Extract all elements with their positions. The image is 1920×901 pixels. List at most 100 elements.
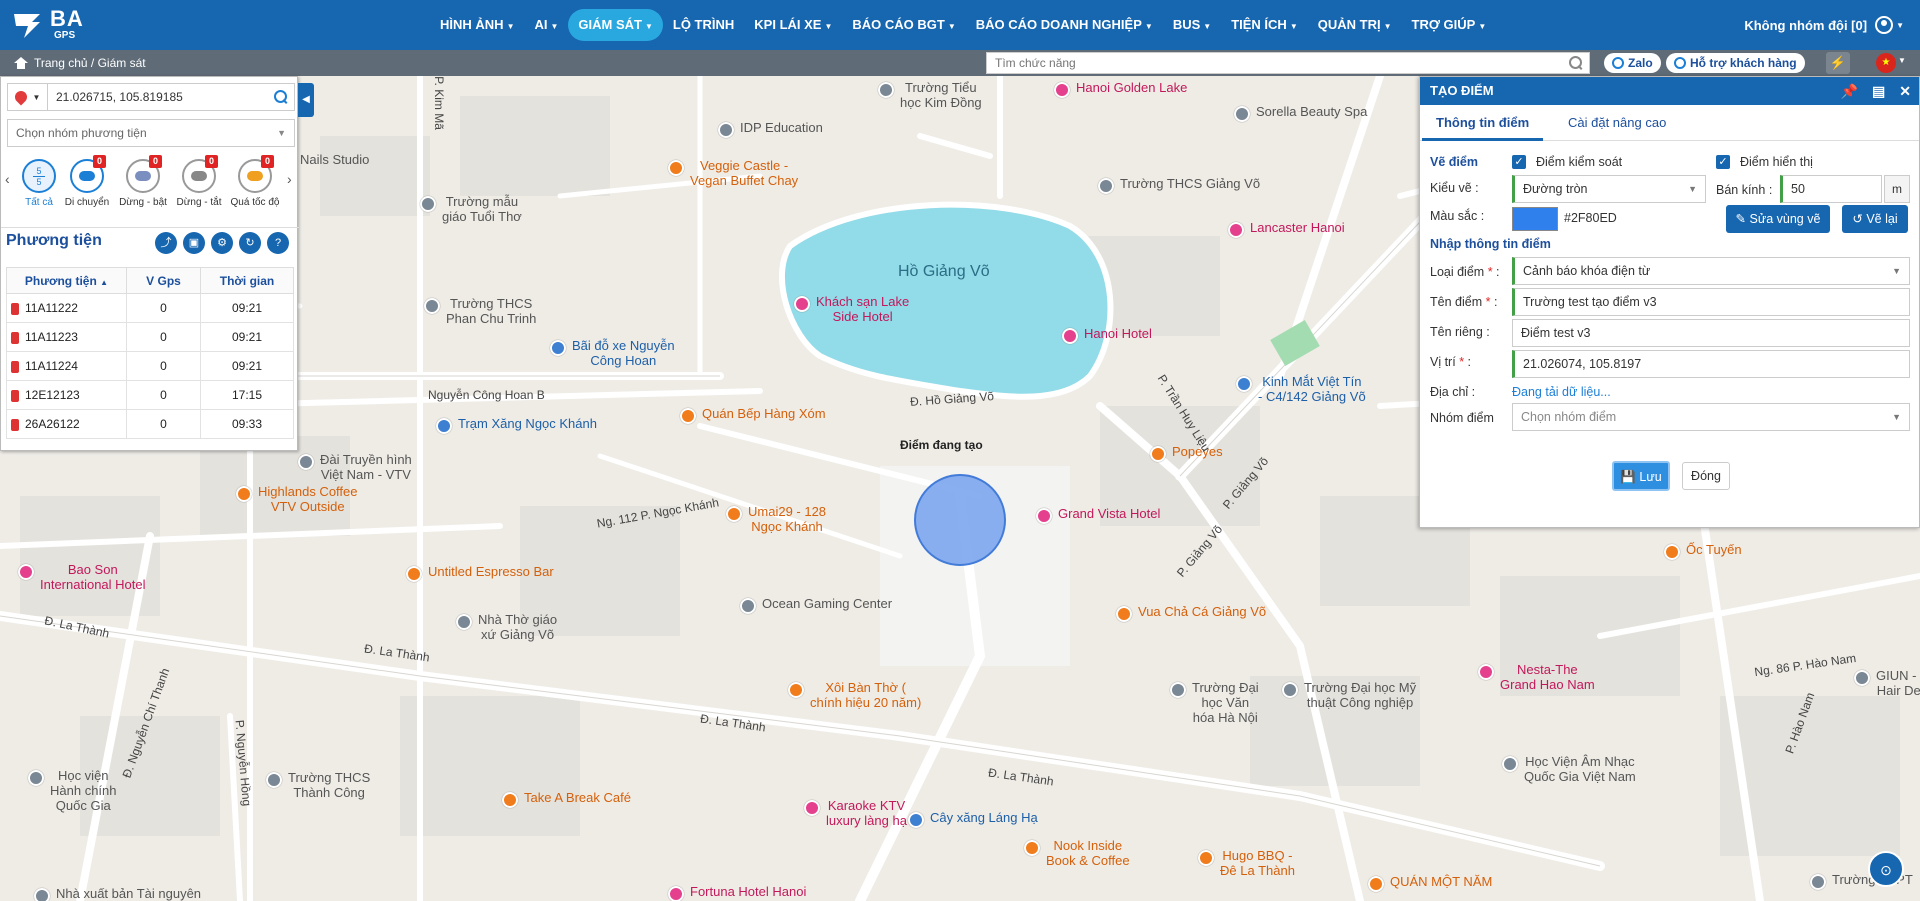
map-poi-icon[interactable]	[908, 812, 924, 828]
map-place-label[interactable]: Bao Son International Hotel	[40, 562, 146, 592]
search-icon[interactable]	[1569, 56, 1583, 70]
map-poi-icon[interactable]	[1502, 756, 1518, 772]
map-poi-icon[interactable]	[804, 800, 820, 816]
map-poi-icon[interactable]	[726, 506, 742, 522]
map-poi-icon[interactable]	[1664, 544, 1680, 560]
map-poi-icon[interactable]	[502, 792, 518, 808]
map-location-icon[interactable]: ⊙	[1868, 851, 1904, 887]
map-place-label[interactable]: Sorella Beauty Spa	[1256, 104, 1367, 119]
nav-item-3[interactable]: LỘ TRÌNH	[663, 9, 744, 41]
redraw-button[interactable]: ↺ Vẽ lại	[1842, 205, 1908, 233]
map-place-label[interactable]: Fortuna Hotel Hanoi	[690, 884, 806, 899]
nav-item-1[interactable]: AI ▼	[524, 9, 568, 41]
nav-item-9[interactable]: QUẢN TRỊ ▼	[1308, 9, 1402, 41]
position-input[interactable]: 21.026074, 105.8197	[1512, 350, 1910, 378]
map-poi-icon[interactable]	[1024, 840, 1040, 856]
location-type-dropdown[interactable]: ▼	[8, 84, 48, 110]
map-poi-icon[interactable]	[1062, 328, 1078, 344]
status-stopped-off[interactable]: 0 Dừng - tắt	[171, 155, 227, 208]
map-place-label[interactable]: Kinh Mắt Việt Tín - C4/142 Giảng Võ	[1258, 374, 1366, 404]
map-poi-icon[interactable]	[266, 772, 282, 788]
edit-area-button[interactable]: ✎ Sửa vùng vẽ	[1726, 205, 1830, 233]
map-poi-icon[interactable]	[740, 598, 756, 614]
support-button[interactable]: Hỗ trợ khách hàng	[1666, 53, 1805, 73]
refresh-icon[interactable]: ↻	[239, 232, 261, 254]
map-poi-icon[interactable]	[1854, 670, 1870, 686]
map-place-label[interactable]: Highlands Coffee VTV Outside	[258, 484, 358, 514]
map-place-label[interactable]: GIUN - Me Hair Desig	[1876, 668, 1920, 698]
nav-item-6[interactable]: BÁO CÁO DOANH NGHIỆP ▼	[966, 9, 1163, 41]
function-search-input[interactable]	[987, 56, 1569, 70]
map-place-label[interactable]: Bãi đỗ xe Nguyễn Công Hoan	[572, 338, 675, 368]
map-poi-icon[interactable]	[1282, 682, 1298, 698]
car-icon[interactable]: ▣	[183, 232, 205, 254]
status-stopped-on[interactable]: 0 Dừng - bật	[115, 155, 171, 208]
user-icon[interactable]	[1875, 16, 1894, 34]
map-place-label[interactable]: Hugo BBQ - Đê La Thành	[1220, 848, 1295, 878]
save-button[interactable]: 💾 Lưu	[1612, 461, 1670, 491]
map-poi-icon[interactable]	[28, 770, 44, 786]
map-poi-icon[interactable]	[1098, 178, 1114, 194]
map-poi-icon[interactable]	[456, 614, 472, 630]
map-poi-icon[interactable]	[878, 82, 894, 98]
control-point-checkbox[interactable]: ✓	[1512, 155, 1526, 169]
table-row[interactable]: 11A11224 0 09:21	[6, 351, 294, 381]
color-picker[interactable]	[1512, 207, 1558, 231]
map-place-label[interactable]: Trường Đại học Văn hóa Hà Nội	[1192, 680, 1259, 725]
map-poi-icon[interactable]	[1478, 664, 1494, 680]
point-type-select[interactable]: Cảnh báo khóa điện từ ▼	[1512, 257, 1910, 285]
map-place-label[interactable]: Hanoi Golden Lake	[1076, 80, 1187, 95]
map-place-label[interactable]: Trường THCS Phan Chu Trinh	[446, 296, 536, 326]
zalo-button[interactable]: Zalo	[1604, 53, 1661, 73]
map-place-label[interactable]: Trường THCS Thành Công	[288, 770, 370, 800]
map-place-label[interactable]: Umai29 - 128 Ngọc Khánh	[748, 504, 826, 534]
map-place-label[interactable]: Nesta-The Grand Hao Nam	[1500, 662, 1595, 692]
map-poi-icon[interactable]	[668, 886, 684, 901]
map-poi-icon[interactable]	[1054, 82, 1070, 98]
map-poi-icon[interactable]	[788, 682, 804, 698]
search-icon[interactable]	[274, 90, 288, 104]
map-poi-icon[interactable]	[406, 566, 422, 582]
map-place-label[interactable]: Trường Đại học Mỹ thuật Công nghiệp	[1304, 680, 1416, 710]
map-poi-icon[interactable]	[794, 296, 810, 312]
map-poi-icon[interactable]	[1198, 850, 1214, 866]
map-place-label[interactable]: Học viện Hành chính Quốc Gia	[50, 768, 117, 813]
point-name-input[interactable]: Trường test tạo điểm v3	[1512, 288, 1910, 316]
map-poi-icon[interactable]	[1810, 874, 1826, 890]
brand-logo[interactable]: BA GPS	[10, 8, 430, 42]
column-time[interactable]: Thời gian	[200, 267, 294, 294]
map-place-label[interactable]: Trường THCS Giảng Võ	[1120, 176, 1260, 191]
map-poi-icon[interactable]	[436, 418, 452, 434]
map-place-label[interactable]: Nhà xuất bản Tài nguyên	[56, 886, 201, 901]
map-place-label[interactable]: Take A Break Café	[524, 790, 631, 805]
map-place-label[interactable]: Hanoi Hotel	[1084, 326, 1152, 341]
map-place-label[interactable]: Quán Bếp Hàng Xóm	[702, 406, 826, 421]
map-poi-icon[interactable]	[718, 122, 734, 138]
draw-type-select[interactable]: Đường tròn ▼	[1512, 175, 1706, 203]
map-place-label[interactable]: Untitled Espresso Bar	[428, 564, 554, 579]
map-place-label[interactable]: Vua Chả Cá Giảng Võ	[1138, 604, 1266, 619]
column-vehicle[interactable]: Phương tiện ▲	[6, 267, 127, 294]
map-place-label[interactable]: QUÁN MỘT NĂM	[1390, 874, 1492, 889]
nav-item-10[interactable]: TRỢ GIÚP ▼	[1402, 9, 1497, 41]
nav-item-2[interactable]: GIÁM SÁT ▼	[568, 9, 663, 41]
share-icon[interactable]: ⤴	[155, 232, 177, 254]
map-place-label[interactable]: Trường mẫu giáo Tuổi Thơ	[442, 194, 522, 224]
tab-point-info[interactable]: Thông tin điểm	[1422, 105, 1544, 141]
map-place-label[interactable]: Nhà Thờ giáo xứ Giảng Võ	[478, 612, 557, 642]
status-moving[interactable]: 0 Di chuyển	[59, 155, 115, 208]
lightning-icon[interactable]: ⚡	[1826, 52, 1850, 74]
map-place-label[interactable]: Học Viện Âm Nhạc Quốc Gia Việt Nam	[1524, 754, 1636, 784]
map-place-label[interactable]: Xôi Bàn Thờ ( chính hiệu 20 năm)	[810, 680, 921, 710]
map-poi-icon[interactable]	[424, 298, 440, 314]
map-poi-icon[interactable]	[680, 408, 696, 424]
map-place-label[interactable]: Grand Vista Hotel	[1058, 506, 1160, 521]
map-poi-icon[interactable]	[34, 888, 50, 901]
status-overspeed[interactable]: 0 Quá tốc độ	[227, 155, 283, 208]
map-place-label[interactable]: Đài Truyền hình Việt Nam - VTV	[320, 452, 412, 482]
note-icon[interactable]: ▤	[1872, 77, 1885, 105]
map-place-label[interactable]: Trạm Xăng Ngọc Khánh	[458, 416, 597, 431]
table-row[interactable]: 12E12123 0 17:15	[6, 380, 294, 410]
private-name-input[interactable]: Điểm test v3	[1512, 319, 1910, 347]
map-place-label[interactable]: Veggie Castle - Vegan Buffet Chay	[690, 158, 798, 188]
